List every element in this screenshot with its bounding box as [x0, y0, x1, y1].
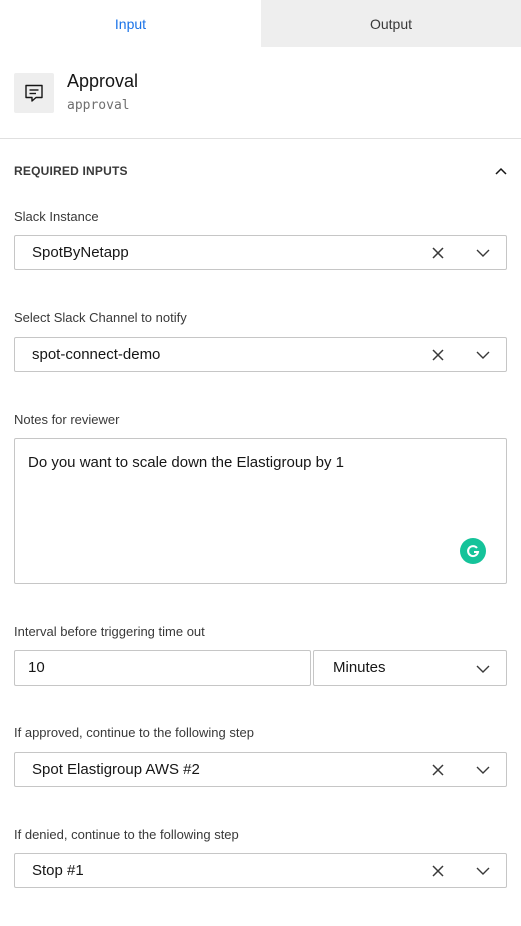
slack-instance-select[interactable]: SpotByNetapp — [14, 235, 507, 270]
clear-icon[interactable] — [430, 347, 446, 363]
tab-output[interactable]: Output — [261, 0, 521, 47]
interval-value: 10 — [28, 659, 45, 676]
slack-instance-value: SpotByNetapp — [32, 244, 129, 261]
chevron-down-icon[interactable] — [476, 865, 490, 877]
step-id: approval — [67, 98, 130, 113]
clear-icon[interactable] — [430, 863, 446, 879]
step-header: Approval approval — [0, 47, 521, 139]
interval-unit-select[interactable]: Minutes — [313, 650, 507, 686]
required-inputs-header[interactable]: REQUIRED INPUTS — [14, 162, 507, 180]
clear-icon[interactable] — [430, 245, 446, 261]
chevron-down-icon[interactable] — [476, 247, 490, 259]
step-title: Approval — [67, 71, 139, 91]
tab-bar: Input Output — [0, 0, 521, 47]
denied-step-label: If denied, continue to the following ste… — [14, 827, 239, 842]
chevron-down-icon[interactable] — [476, 349, 490, 361]
clear-icon[interactable] — [430, 762, 446, 778]
notes-value: Do you want to scale down the Elastigrou… — [28, 454, 345, 471]
denied-step-value: Stop #1 — [32, 862, 84, 879]
tab-input[interactable]: Input — [0, 0, 261, 47]
grammarly-icon[interactable] — [460, 538, 486, 564]
chevron-up-icon[interactable] — [495, 167, 507, 175]
chevron-down-icon[interactable] — [476, 663, 490, 675]
section-title: REQUIRED INPUTS — [14, 164, 128, 178]
chevron-down-icon[interactable] — [476, 764, 490, 776]
notes-label: Notes for reviewer — [14, 412, 120, 427]
chat-message-icon — [14, 73, 54, 113]
notes-textarea[interactable]: Do you want to scale down the Elastigrou… — [14, 438, 507, 584]
slack-channel-value: spot-connect-demo — [32, 346, 161, 363]
slack-instance-label: Slack Instance — [14, 209, 99, 224]
interval-input[interactable]: 10 — [14, 650, 311, 686]
slack-channel-select[interactable]: spot-connect-demo — [14, 337, 507, 372]
approved-step-value: Spot Elastigroup AWS #2 — [32, 761, 200, 778]
denied-step-select[interactable]: Stop #1 — [14, 853, 507, 888]
interval-label: Interval before triggering time out — [14, 624, 205, 639]
slack-channel-label: Select Slack Channel to notify — [14, 310, 187, 325]
approved-step-select[interactable]: Spot Elastigroup AWS #2 — [14, 752, 507, 787]
approved-step-label: If approved, continue to the following s… — [14, 725, 254, 740]
interval-unit-value: Minutes — [333, 659, 386, 676]
